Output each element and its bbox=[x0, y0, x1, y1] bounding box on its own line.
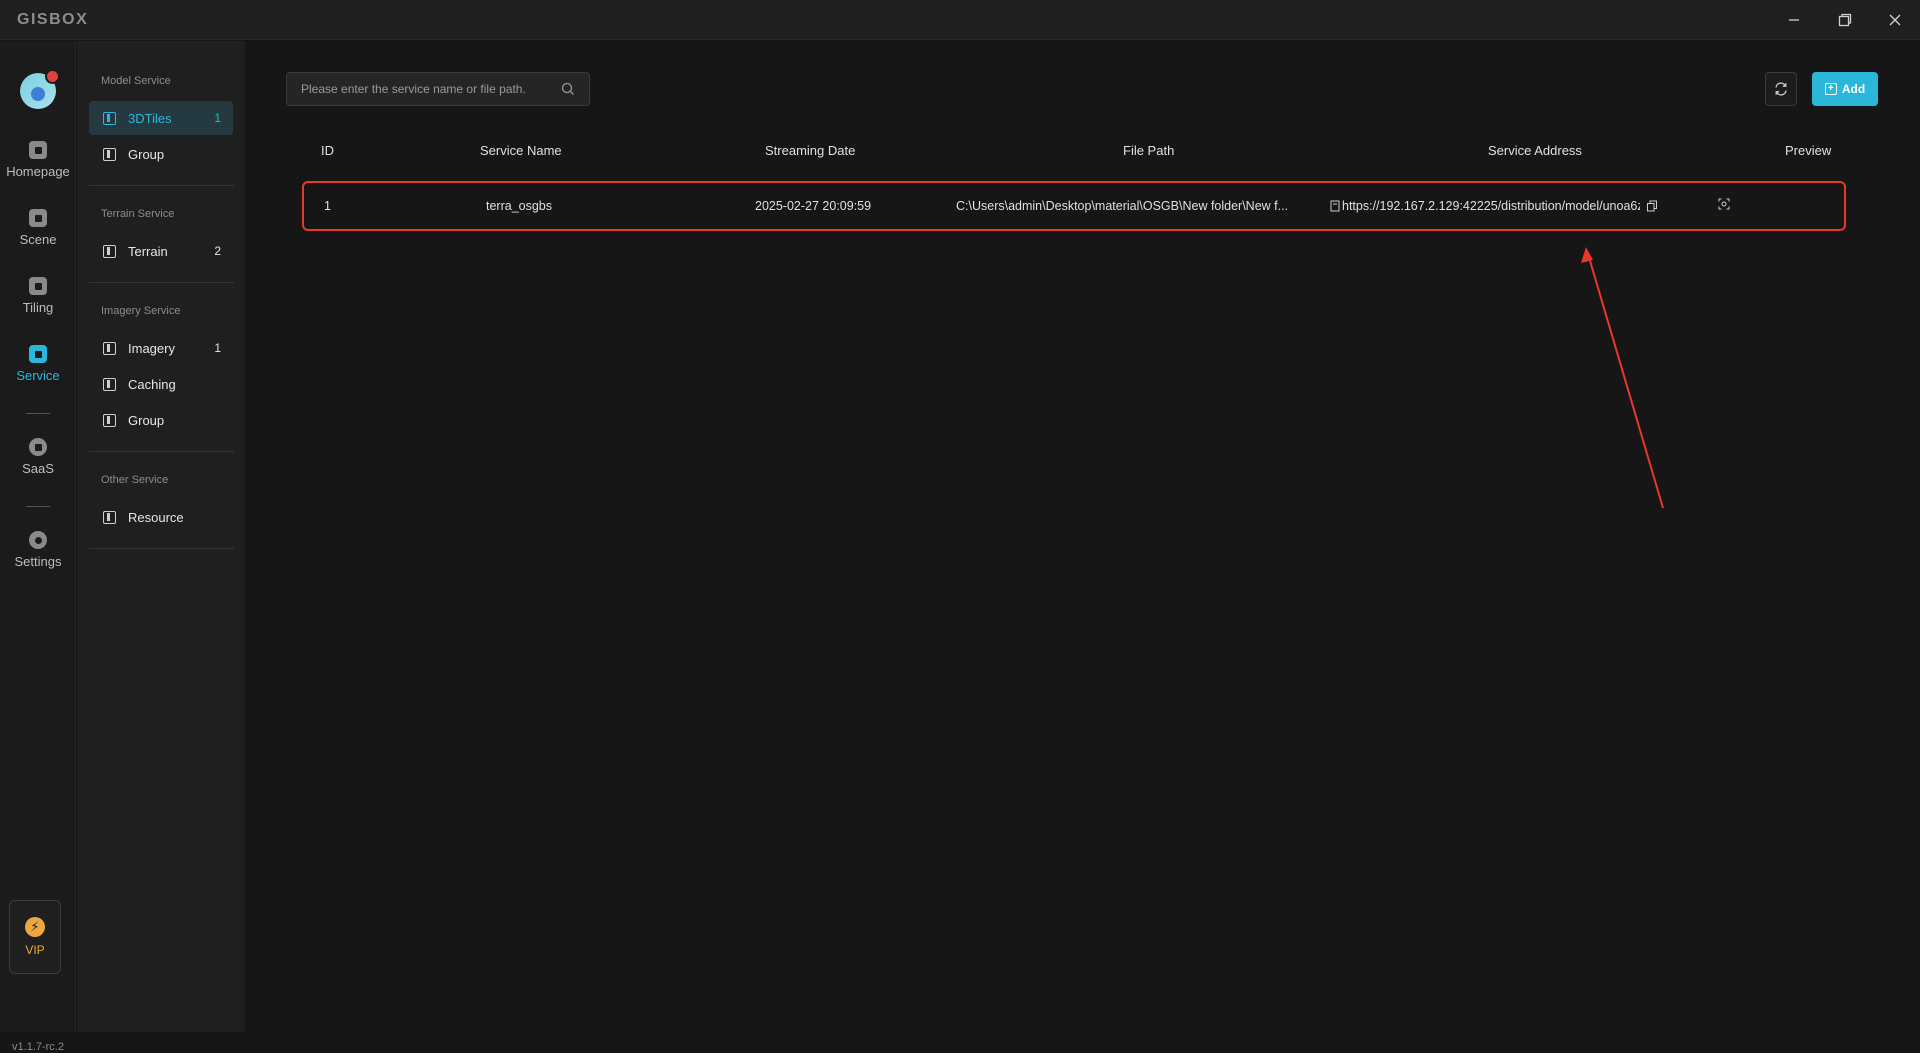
service-subnav: Model Service 3DTiles 1 Group Terrain Se… bbox=[77, 41, 245, 1032]
lock-icon bbox=[29, 438, 47, 456]
column-header-file-path: File Path bbox=[1123, 143, 1175, 158]
column-header-preview: Preview bbox=[1785, 143, 1832, 158]
rail-label: Scene bbox=[19, 232, 57, 247]
section-title-terrain: Terrain Service bbox=[101, 208, 175, 220]
rail-item-service[interactable]: Service bbox=[0, 345, 76, 405]
lightning-icon: ⚡ bbox=[25, 917, 45, 937]
cell-service-address[interactable]: https://192.167.2.129:42225/distribution… bbox=[1342, 199, 1640, 213]
3dtiles-icon bbox=[103, 111, 116, 125]
nav-label: Group bbox=[128, 146, 165, 162]
section-divider bbox=[89, 185, 234, 186]
nav-item-model-group[interactable]: Group bbox=[89, 137, 233, 171]
section-divider bbox=[89, 451, 234, 452]
cell-service-name: terra_osgbs bbox=[486, 199, 553, 213]
nav-item-resource[interactable]: Resource bbox=[89, 500, 233, 534]
rail-item-scene[interactable]: Scene bbox=[0, 209, 76, 269]
notification-badge bbox=[45, 69, 60, 84]
app-version: v1.1.7-rc.2 bbox=[12, 1041, 64, 1053]
rail-item-settings[interactable]: Settings bbox=[0, 531, 76, 591]
title-bar: GISBOX bbox=[0, 0, 1920, 40]
nav-count: 1 bbox=[214, 111, 221, 125]
section-divider bbox=[89, 548, 234, 549]
add-label: Add bbox=[1841, 82, 1866, 96]
nav-count: 1 bbox=[214, 341, 221, 355]
column-header-service-address: Service Address bbox=[1488, 143, 1582, 158]
restore-button[interactable] bbox=[1822, 4, 1868, 36]
minimize-icon bbox=[1789, 19, 1799, 21]
group-icon bbox=[103, 147, 116, 161]
cell-file-path: C:\Users\admin\Desktop\material\OSGB\New… bbox=[956, 199, 1289, 213]
minimize-button[interactable] bbox=[1771, 4, 1817, 36]
caching-icon bbox=[103, 377, 116, 391]
rail-label: Settings bbox=[14, 554, 62, 569]
file-icon bbox=[1330, 200, 1340, 212]
search-input[interactable] bbox=[301, 82, 561, 96]
nav-item-terrain[interactable]: Terrain 2 bbox=[89, 234, 233, 268]
gear-icon bbox=[29, 531, 47, 549]
restore-icon bbox=[1838, 13, 1852, 27]
section-divider bbox=[89, 282, 234, 283]
column-header-streaming-date: Streaming Date bbox=[765, 143, 856, 158]
tiling-icon bbox=[29, 277, 47, 295]
preview-icon[interactable] bbox=[1718, 198, 1730, 210]
rail-label: Tiling bbox=[22, 300, 54, 315]
left-rail: Homepage Scene Tiling Service SaaS Setti… bbox=[0, 41, 76, 1053]
search-icon[interactable] bbox=[561, 82, 575, 96]
nav-label: Caching bbox=[128, 376, 176, 392]
section-title-other: Other Service bbox=[101, 474, 169, 486]
rail-item-saas[interactable]: SaaS bbox=[0, 438, 76, 498]
nav-item-3dtiles[interactable]: 3DTiles 1 bbox=[89, 101, 233, 135]
plus-icon: + bbox=[1824, 83, 1837, 95]
add-button[interactable]: + Add bbox=[1812, 72, 1878, 106]
rail-item-tiling[interactable]: Tiling bbox=[0, 277, 76, 337]
rail-divider bbox=[26, 413, 50, 414]
nav-label: 3DTiles bbox=[128, 110, 172, 126]
nav-item-imagery[interactable]: Imagery 1 bbox=[89, 331, 233, 365]
close-button[interactable] bbox=[1872, 4, 1918, 36]
rail-label: Homepage bbox=[6, 164, 70, 179]
rail-item-homepage[interactable]: Homepage bbox=[0, 141, 76, 201]
home-icon bbox=[29, 141, 47, 159]
cube-icon bbox=[29, 209, 47, 227]
resource-icon bbox=[103, 510, 116, 524]
refresh-button[interactable] bbox=[1765, 72, 1797, 106]
terrain-icon bbox=[103, 244, 116, 258]
rail-divider bbox=[26, 506, 50, 507]
cell-id: 1 bbox=[324, 199, 331, 213]
nav-label: Terrain bbox=[128, 243, 168, 259]
avatar-head bbox=[31, 87, 45, 101]
cell-streaming-date: 2025-02-27 20:09:59 bbox=[755, 199, 872, 213]
service-icon bbox=[29, 345, 47, 363]
rail-label: SaaS bbox=[22, 461, 54, 476]
column-header-id: ID bbox=[321, 143, 334, 158]
nav-item-caching[interactable]: Caching bbox=[89, 367, 233, 401]
nav-label: Group bbox=[128, 412, 165, 428]
group-icon bbox=[103, 413, 116, 427]
main-content: + Add ID Service Name Streaming Date Fil… bbox=[246, 41, 1920, 1032]
close-icon bbox=[1889, 14, 1901, 26]
nav-item-imagery-group[interactable]: Group bbox=[89, 403, 233, 437]
vip-button[interactable]: ⚡ VIP bbox=[9, 900, 61, 974]
column-header-service-name: Service Name bbox=[480, 143, 562, 158]
nav-count: 2 bbox=[214, 244, 221, 258]
app-logo: GISBOX bbox=[17, 11, 89, 28]
user-avatar[interactable] bbox=[20, 69, 60, 109]
refresh-icon bbox=[1775, 82, 1787, 96]
search-box bbox=[286, 72, 590, 106]
section-title-imagery: Imagery Service bbox=[101, 305, 181, 317]
copy-icon[interactable] bbox=[1646, 200, 1658, 212]
section-title-model: Model Service bbox=[101, 75, 171, 87]
nav-label: Imagery bbox=[128, 340, 175, 356]
vip-label: VIP bbox=[25, 943, 45, 957]
nav-label: Resource bbox=[128, 509, 184, 525]
imagery-icon bbox=[103, 341, 116, 355]
rail-label: Service bbox=[16, 368, 60, 383]
